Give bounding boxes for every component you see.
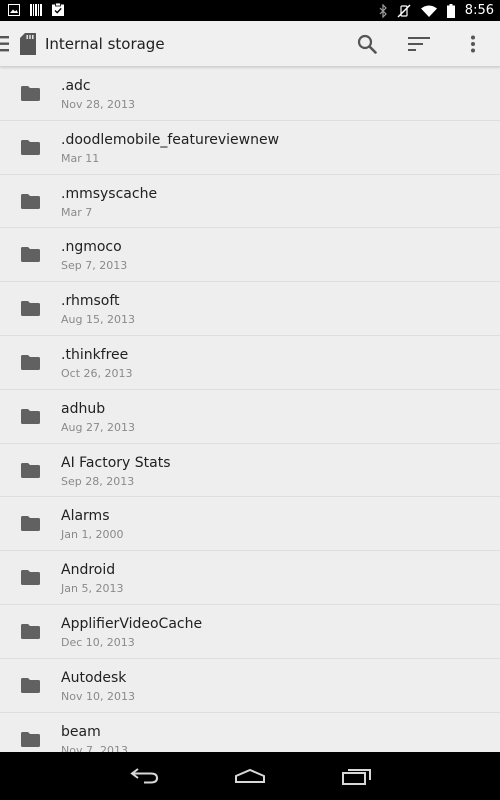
file-date: Aug 27, 2013 — [61, 420, 135, 434]
list-item[interactable]: .mmsyscache Mar 7 — [0, 174, 500, 229]
drawer-icon[interactable] — [0, 36, 9, 52]
folder-icon — [21, 516, 40, 532]
overflow-menu-icon — [471, 35, 475, 53]
list-item[interactable]: adhub Aug 27, 2013 — [0, 389, 500, 444]
file-name: Alarms — [61, 508, 110, 525]
file-date: Sep 7, 2013 — [61, 259, 128, 273]
file-name: .thinkfree — [61, 346, 129, 363]
vibrate-off-icon — [397, 4, 411, 17]
file-list[interactable]: .adc Nov 28, 2013 .doodlemobile_featurevie… — [0, 67, 500, 752]
list-item[interactable]: .ngmoco Sep 7, 2013 — [0, 228, 500, 283]
home-icon — [235, 768, 265, 783]
list-item[interactable]: .thinkfree Oct 26, 2013 — [0, 335, 500, 390]
bluetooth-icon — [379, 3, 387, 18]
folder-icon — [21, 623, 40, 639]
file-name: .ngmoco — [61, 239, 122, 256]
file-name: .rhmsoft — [61, 293, 120, 310]
list-item[interactable]: ApplifierVideoCache Dec 10, 2013 — [0, 604, 500, 659]
recents-button[interactable] — [337, 764, 377, 788]
page-title: Internal storage — [45, 35, 165, 53]
file-name: ApplifierVideoCache — [61, 615, 203, 632]
home-button[interactable] — [230, 764, 270, 788]
sort-button[interactable] — [407, 32, 431, 56]
file-name: .mmsyscache — [61, 185, 158, 202]
file-name: Android — [61, 562, 116, 579]
file-name: beam — [61, 723, 101, 740]
list-item[interactable]: Android Jan 5, 2013 — [0, 551, 500, 605]
status-bar: 8:56 — [0, 0, 500, 21]
file-date: Mar 7 — [61, 205, 93, 219]
status-left-icons — [8, 3, 64, 16]
status-right-icons: 8:56 — [379, 2, 494, 19]
file-name: adhub — [61, 400, 106, 417]
back-icon — [130, 768, 159, 784]
folder-icon — [21, 731, 40, 747]
file-date: Nov 10, 2013 — [61, 689, 135, 703]
list-item[interactable]: .doodlemobile_featureviewnew Mar 11 — [0, 120, 500, 175]
folder-icon — [21, 677, 40, 693]
file-date: Jan 5, 2013 — [61, 582, 124, 596]
back-button[interactable] — [124, 764, 164, 788]
folder-icon — [21, 193, 40, 209]
file-date: Mar 11 — [61, 151, 100, 165]
file-name: .doodlemobile_featureviewnew — [61, 131, 280, 148]
recents-icon — [342, 769, 371, 785]
folder-icon — [21, 247, 40, 263]
sort-icon — [408, 37, 430, 51]
image-icon — [8, 3, 20, 16]
action-bar: Internal storage — [0, 21, 500, 67]
file-date: Nov 7, 2013 — [61, 743, 128, 752]
list-item[interactable]: .rhmsoft Aug 15, 2013 — [0, 282, 500, 336]
clipboard-check-icon — [52, 3, 64, 16]
list-item[interactable]: Autodesk Nov 10, 2013 — [0, 658, 500, 713]
folder-icon — [21, 301, 40, 317]
file-date: Aug 15, 2013 — [61, 313, 135, 327]
overflow-menu-button[interactable] — [461, 32, 485, 56]
file-date: Oct 26, 2013 — [61, 366, 133, 380]
file-date: Dec 10, 2013 — [61, 635, 135, 649]
folder-icon — [21, 139, 40, 155]
wifi-icon — [420, 5, 437, 17]
status-time: 8:56 — [464, 3, 494, 18]
navigation-bar — [0, 752, 500, 800]
file-date: Sep 28, 2013 — [61, 474, 135, 488]
barcode-icon — [30, 3, 42, 16]
folder-icon — [21, 570, 40, 586]
folder-icon — [21, 86, 40, 101]
battery-icon — [446, 3, 455, 18]
folder-icon — [21, 462, 40, 478]
file-name: .adc — [61, 78, 91, 94]
list-item[interactable]: AI Factory Stats Sep 28, 2013 — [0, 443, 500, 498]
file-date: Nov 28, 2013 — [61, 98, 135, 111]
file-name: Autodesk — [61, 669, 127, 686]
folder-icon — [21, 354, 40, 370]
folder-icon — [21, 408, 40, 424]
sd-card-icon — [20, 33, 36, 55]
list-item[interactable]: .adc Nov 28, 2013 — [0, 67, 500, 121]
search-icon — [357, 34, 377, 54]
list-item[interactable]: beam Nov 7, 2013 — [0, 712, 500, 752]
list-item[interactable]: Alarms Jan 1, 2000 — [0, 497, 500, 552]
search-button[interactable] — [355, 32, 379, 56]
file-date: Jan 1, 2000 — [61, 528, 124, 542]
file-name: AI Factory Stats — [61, 454, 171, 471]
